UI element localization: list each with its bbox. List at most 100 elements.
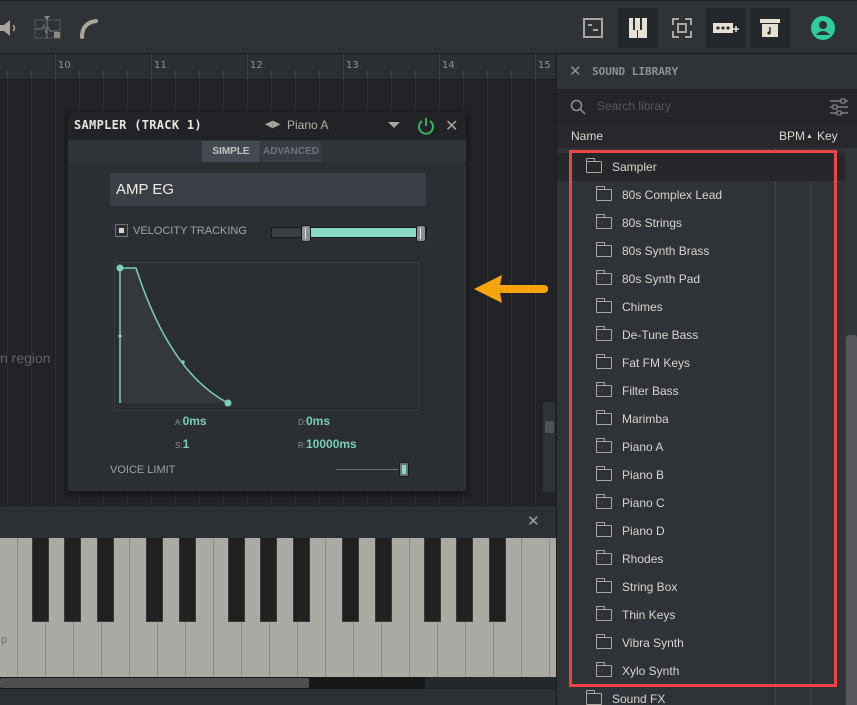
release-curve-handle[interactable] xyxy=(181,360,185,364)
black-key[interactable] xyxy=(146,538,163,622)
add-device-button[interactable] xyxy=(706,8,746,48)
white-key-divider xyxy=(17,538,18,677)
white-key-divider xyxy=(213,538,214,677)
sort-ascending-icon: ▲ xyxy=(806,133,813,140)
velocity-tracking-label: VELOCITY TRACKING xyxy=(133,225,247,237)
column-name[interactable]: Name xyxy=(571,129,603,143)
black-key[interactable] xyxy=(260,538,277,622)
amp-eg-section-title: AMP EG xyxy=(110,173,426,206)
sampler-title: SAMPLER (TRACK 1) xyxy=(74,118,202,132)
voice-limit-slider[interactable] xyxy=(336,469,404,470)
sampler-close-icon[interactable]: ✕ xyxy=(445,116,461,136)
attack-curve-handle[interactable] xyxy=(118,334,122,338)
piano-roll-button[interactable] xyxy=(618,8,658,48)
ruler-tick xyxy=(391,71,392,79)
preset-prev-next-icon[interactable]: ◀▶ xyxy=(265,119,280,130)
preset-name[interactable]: Piano A xyxy=(287,118,328,132)
account-icon xyxy=(811,16,835,40)
velocity-range-fill xyxy=(306,228,420,237)
library-scrollbar-thumb[interactable] xyxy=(846,335,857,705)
black-key[interactable] xyxy=(293,538,310,622)
black-key[interactable] xyxy=(64,538,81,622)
folder-sound-fx[interactable]: Sound FX xyxy=(557,685,845,705)
focus-icon xyxy=(672,18,692,38)
black-key[interactable] xyxy=(179,538,196,622)
piano-header xyxy=(0,505,556,538)
attack-value[interactable]: A:0ms xyxy=(175,414,207,428)
piano-scrollbar-thumb[interactable] xyxy=(0,678,309,688)
column-bpm[interactable]: BPM▲ xyxy=(779,129,813,143)
ruler-tick xyxy=(79,71,80,79)
attack-handle[interactable] xyxy=(116,264,124,272)
ruler-tick xyxy=(463,71,464,79)
envelope-graph[interactable] xyxy=(114,262,419,411)
column-key[interactable]: Key xyxy=(817,129,838,143)
ruler-tick xyxy=(151,71,152,79)
tab-simple[interactable]: SIMPLE xyxy=(202,141,260,162)
callout-arrow-icon xyxy=(472,272,550,311)
black-key[interactable] xyxy=(32,538,49,622)
preset-dropdown-icon[interactable] xyxy=(388,122,400,128)
sampler-header[interactable]: SAMPLER (TRACK 1) ◀▶ Piano A ✕ xyxy=(68,112,466,140)
white-key-divider xyxy=(129,538,130,677)
ruler-tick xyxy=(127,71,128,79)
grid-line xyxy=(7,80,8,505)
piano-keyboard[interactable]: p xyxy=(0,538,556,677)
tab-advanced[interactable]: ADVANCED xyxy=(261,141,321,162)
white-key-divider xyxy=(325,538,326,677)
ruler-tick xyxy=(439,71,440,79)
ruler-tick xyxy=(367,71,368,79)
velocity-high-handle[interactable] xyxy=(416,225,426,242)
mixer-button[interactable] xyxy=(573,8,613,48)
black-key[interactable] xyxy=(342,538,359,622)
speaker-button[interactable] xyxy=(0,8,28,48)
black-key[interactable] xyxy=(375,538,392,622)
release-value[interactable]: R:10000ms xyxy=(298,437,357,451)
search-icon xyxy=(570,99,586,115)
timeline-ruler[interactable]: 10 11 12 13 14 15 xyxy=(0,54,556,80)
mixer-icon xyxy=(583,18,603,38)
piano-close-icon[interactable]: ✕ xyxy=(527,512,540,530)
ruler-tick xyxy=(487,71,488,79)
library-close-icon[interactable]: ✕ xyxy=(569,62,582,80)
library-header: ✕ SOUND LIBRARY xyxy=(557,54,857,89)
bar-number: 11 xyxy=(154,60,167,71)
bottom-panel-header xyxy=(0,689,556,705)
bar-number: 14 xyxy=(442,60,455,71)
white-key-divider xyxy=(521,538,522,677)
folder-icon xyxy=(586,690,602,705)
black-key[interactable] xyxy=(456,538,473,622)
ruler-tick xyxy=(247,71,248,79)
black-key[interactable] xyxy=(424,538,441,622)
tracks-scrollbar[interactable] xyxy=(543,402,555,492)
sound-library-button[interactable] xyxy=(750,8,790,48)
voice-limit-handle[interactable] xyxy=(399,462,409,477)
velocity-tracking-checkbox[interactable] xyxy=(115,224,128,237)
velocity-low-handle[interactable] xyxy=(301,225,311,242)
release-handle[interactable] xyxy=(224,399,232,407)
library-title: SOUND LIBRARY xyxy=(592,65,679,78)
ruler-tick xyxy=(343,71,344,79)
ruler-tick xyxy=(175,71,176,79)
account-button[interactable] xyxy=(803,8,843,48)
sound-library-icon xyxy=(760,19,780,37)
black-key[interactable] xyxy=(489,538,506,622)
decay-value[interactable]: D:0ms xyxy=(298,414,330,428)
highlight-annotation-box xyxy=(569,150,837,687)
sustain-value[interactable]: S:1 xyxy=(175,437,189,451)
curve-button[interactable] xyxy=(70,8,110,48)
grid-line xyxy=(55,80,56,505)
ruler-tick xyxy=(55,71,56,79)
library-search-bar xyxy=(557,89,857,125)
ruler-tick xyxy=(31,71,32,79)
library-search-input[interactable] xyxy=(597,99,817,113)
tracks-scrollbar-thumb[interactable] xyxy=(545,421,554,433)
focus-button[interactable] xyxy=(662,8,702,48)
filter-settings-icon[interactable] xyxy=(829,98,849,116)
power-button[interactable] xyxy=(416,116,436,136)
waveform-lock-button[interactable] xyxy=(27,8,67,48)
black-key[interactable] xyxy=(97,538,114,622)
velocity-range-slider[interactable] xyxy=(271,225,427,242)
ruler-tick xyxy=(223,71,224,79)
black-key[interactable] xyxy=(228,538,245,622)
